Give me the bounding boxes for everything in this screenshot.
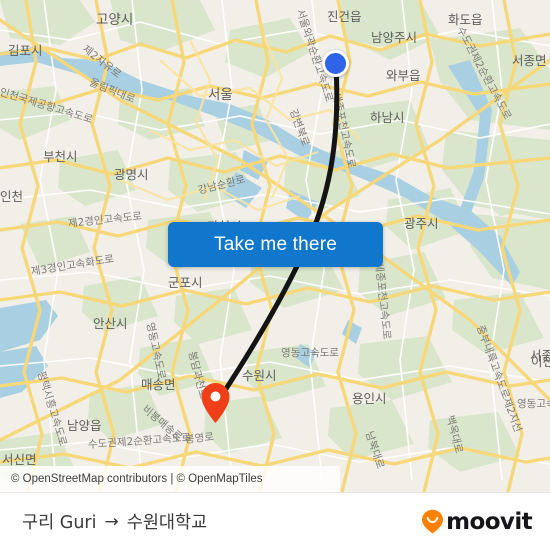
footer-bar: 구리 Guri → 수원대학교 moovit (0, 492, 550, 550)
moovit-logo[interactable]: moovit (421, 508, 533, 535)
destination-marker[interactable] (200, 382, 231, 424)
arrow-right-icon: → (104, 511, 119, 532)
origin-marker[interactable] (322, 50, 349, 77)
map-attribution: © OpenStreetMap contributors | © OpenMap… (0, 466, 340, 492)
moovit-wordmark: moovit (446, 508, 532, 535)
take-me-there-button[interactable]: Take me there (168, 222, 383, 267)
map-pin-icon (201, 383, 230, 423)
moovit-pin-icon (422, 509, 444, 534)
route-title: 구리 Guri → 수원대학교 (22, 509, 207, 534)
moovit-route-card: 고양시 진건읍 화도읍 남양주시 서종면 김포시 와부읍 제2자유로 수도권제2순환고속도로 서울… (0, 0, 550, 550)
route-destination-label: 수원대학교 (126, 513, 208, 533)
map-view[interactable]: 고양시 진건읍 화도읍 남양주시 서종면 김포시 와부읍 제2자유로 수도권제2순환고속도로 서울… (0, 0, 550, 492)
route-origin-label: 구리 Guri (22, 513, 97, 533)
attribution-text[interactable]: © OpenStreetMap contributors | © OpenMap… (11, 473, 263, 485)
